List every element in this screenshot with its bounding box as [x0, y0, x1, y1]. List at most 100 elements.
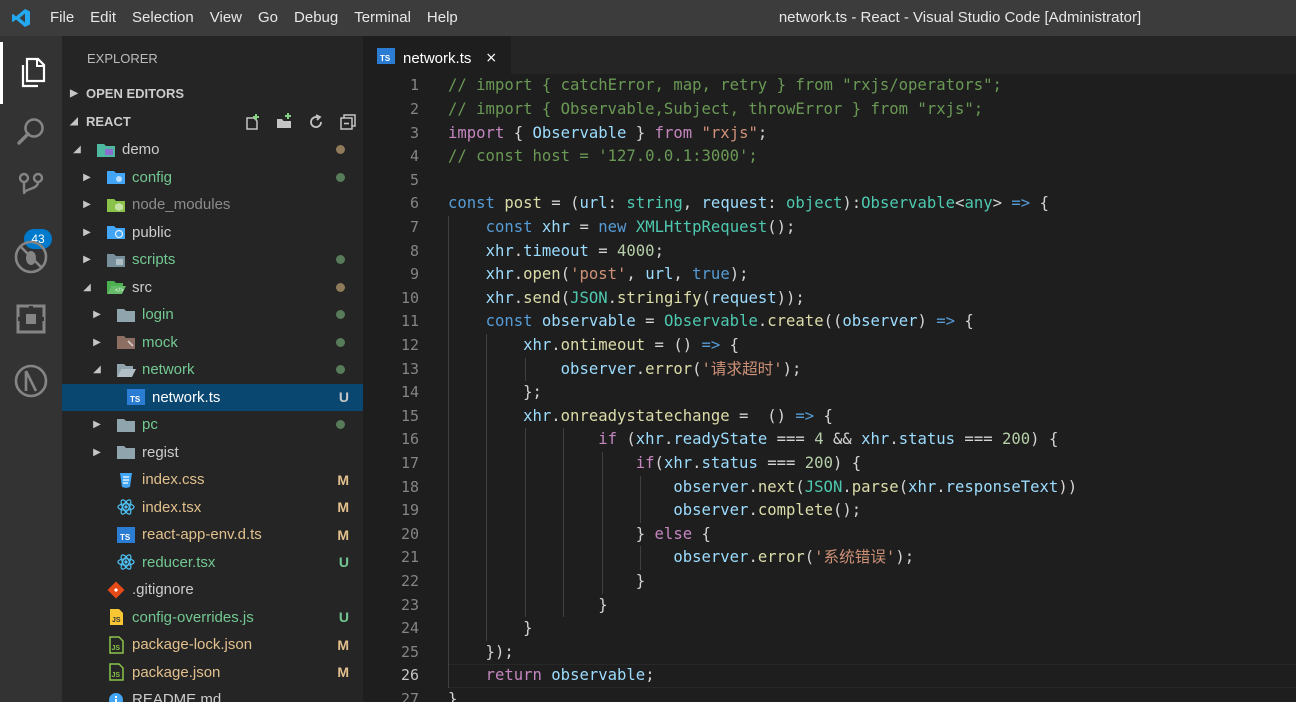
tree-item[interactable]: ▶ config — [62, 164, 363, 191]
line-number: 15 — [400, 406, 419, 425]
tree-item[interactable]: ◢ demo — [62, 136, 363, 163]
collapse-all-icon[interactable] — [339, 113, 357, 131]
chevron-right-icon[interactable]: ▶ — [90, 337, 104, 348]
tree-item-label: network.ts — [152, 388, 221, 406]
vscode-logo-icon — [0, 0, 42, 36]
tree-item-label: public — [132, 223, 172, 241]
tree-item[interactable]: ▶ public — [62, 219, 363, 246]
chevron-down-icon[interactable]: ◢ — [80, 282, 94, 293]
code-line[interactable]: observer.complete(); — [448, 499, 861, 523]
chevron-right-icon[interactable]: ▶ — [80, 254, 94, 265]
code-line[interactable]: // import { catchError, map, retry } fro… — [448, 74, 1002, 98]
chevron-down-icon[interactable]: ◢ — [90, 364, 104, 375]
tree-item[interactable]: TS network.ts U — [62, 383, 363, 411]
chevron-right-icon[interactable]: ▶ — [90, 309, 104, 320]
tree-item[interactable]: JS config-overrides.js U — [62, 604, 363, 631]
debug-icon[interactable] — [0, 226, 62, 288]
tree-item[interactable]: ▶ pc — [62, 411, 363, 438]
code-line[interactable]: const post = (url: string, request: obje… — [448, 192, 1049, 216]
code-line[interactable]: return observable; — [448, 664, 655, 688]
chevron-right-icon[interactable]: ▶ — [80, 227, 94, 238]
tree-item[interactable]: ▶ regist — [62, 439, 363, 466]
code-line[interactable]: import { Observable } from "rxjs"; — [448, 122, 767, 146]
code-line[interactable]: } — [448, 617, 532, 641]
tree-item[interactable]: ▶ scripts — [62, 246, 363, 273]
tree-item[interactable]: ▶ login — [62, 301, 363, 328]
tree-item[interactable]: index.tsx M — [62, 494, 363, 521]
svg-text:TS: TS — [120, 533, 131, 542]
code-line[interactable]: } — [448, 570, 645, 594]
code-token: ; — [757, 123, 768, 142]
extensions-icon[interactable] — [0, 288, 62, 350]
code-line[interactable]: }); — [448, 641, 514, 665]
code-line[interactable]: xhr.onreadystatechange = () => { — [448, 405, 833, 429]
code-line[interactable]: if(xhr.status === 200) { — [448, 452, 861, 476]
menu-debug[interactable]: Debug — [286, 0, 346, 36]
menu-edit[interactable]: Edit — [82, 0, 124, 36]
code-line[interactable]: observer.error('系统错误'); — [448, 546, 914, 570]
tree-item[interactable]: ▶ node_modules — [62, 191, 363, 218]
tree-item-label: .gitignore — [132, 581, 194, 598]
tree-item[interactable]: TS react-app-env.d.ts M — [62, 521, 363, 548]
refresh-icon[interactable] — [307, 113, 325, 131]
tree-item[interactable]: ◢ network — [62, 356, 363, 383]
tree-item[interactable]: .gitignore — [62, 576, 363, 603]
remote-icon[interactable] — [0, 350, 62, 412]
chevron-right-icon[interactable]: ▶ — [80, 199, 94, 210]
code-token: "rxjs" — [701, 123, 758, 142]
menu-selection[interactable]: Selection — [124, 0, 202, 36]
code-line[interactable]: // const host = '127.0.0.1:3000'; — [448, 145, 758, 169]
menu-file[interactable]: File — [42, 0, 82, 36]
code-token: request — [710, 288, 777, 307]
tree-item[interactable]: ▶ mock — [62, 329, 363, 356]
code-line[interactable]: observer.error('请求超时'); — [448, 358, 802, 382]
new-file-icon[interactable] — [243, 113, 261, 131]
open-editors-section[interactable]: ▶ OPEN EDITORS — [62, 80, 363, 107]
tree-item[interactable]: index.css M — [62, 466, 363, 493]
code-token: ): — [842, 194, 862, 213]
code-line[interactable]: }; — [448, 381, 542, 405]
code-line[interactable]: xhr.send(JSON.stringify(request)); — [448, 287, 805, 311]
code-line[interactable]: } else { — [448, 523, 711, 547]
project-section[interactable]: ◢ REACT — [62, 108, 363, 135]
code-token: { — [814, 406, 833, 425]
git-file-icon — [106, 581, 126, 599]
tree-item[interactable]: JS package.json M — [62, 659, 363, 686]
chevron-right-icon[interactable]: ▶ — [80, 172, 94, 183]
code-line[interactable]: xhr.timeout = 4000; — [448, 240, 664, 264]
tree-item[interactable]: JS package-lock.json M — [62, 631, 363, 658]
code-line[interactable]: const observable = Observable.create((ob… — [448, 310, 974, 334]
menu-view[interactable]: View — [202, 0, 250, 36]
menu-help[interactable]: Help — [419, 0, 466, 36]
search-icon[interactable] — [0, 100, 62, 162]
activity-bar: 43 — [0, 36, 62, 702]
tree-item-label: react-app-env.d.ts — [142, 526, 262, 543]
code-line[interactable]: xhr.ontimeout = () => { — [448, 334, 739, 358]
code-line[interactable]: } — [448, 688, 457, 702]
tree-item[interactable]: README.md — [62, 686, 363, 702]
tree-item[interactable]: reducer.tsx U — [62, 549, 363, 576]
chevron-down-icon[interactable]: ◢ — [70, 144, 84, 155]
code-line[interactable]: const xhr = new XMLHttpRequest(); — [448, 216, 796, 240]
code-token: // import { Observable,Subject, throwErr… — [448, 100, 984, 118]
chevron-right-icon[interactable]: ▶ — [90, 419, 104, 430]
line-number: 16 — [400, 430, 419, 449]
code-line[interactable]: xhr.open('post', url, true); — [448, 263, 749, 287]
menu-terminal[interactable]: Terminal — [346, 0, 419, 36]
code-line[interactable]: if (xhr.readyState === 4 && xhr.status =… — [448, 428, 1058, 452]
close-icon[interactable]: × — [485, 50, 497, 66]
menu-go[interactable]: Go — [250, 0, 286, 36]
code-line[interactable]: } — [448, 594, 607, 618]
code-token: xhr — [523, 406, 552, 425]
code-line[interactable]: observer.next(JSON.parse(xhr.responseTex… — [448, 476, 1077, 500]
chevron-right-icon[interactable]: ▶ — [90, 447, 104, 458]
code-token: observable — [541, 312, 636, 331]
explorer-icon[interactable] — [0, 42, 62, 104]
source-control-icon[interactable] — [0, 158, 62, 220]
new-folder-icon[interactable] — [275, 112, 293, 131]
tree-item[interactable]: ◢ </> src — [62, 274, 363, 301]
code-editor[interactable]: 1 2 3 4 5 6 7 8 9 10 11 12 13 14 15 16 17 18 19 20 21 22 23 24 2… — [363, 74, 1296, 702]
code-line[interactable]: // import { Observable,Subject, throwErr… — [448, 98, 983, 122]
